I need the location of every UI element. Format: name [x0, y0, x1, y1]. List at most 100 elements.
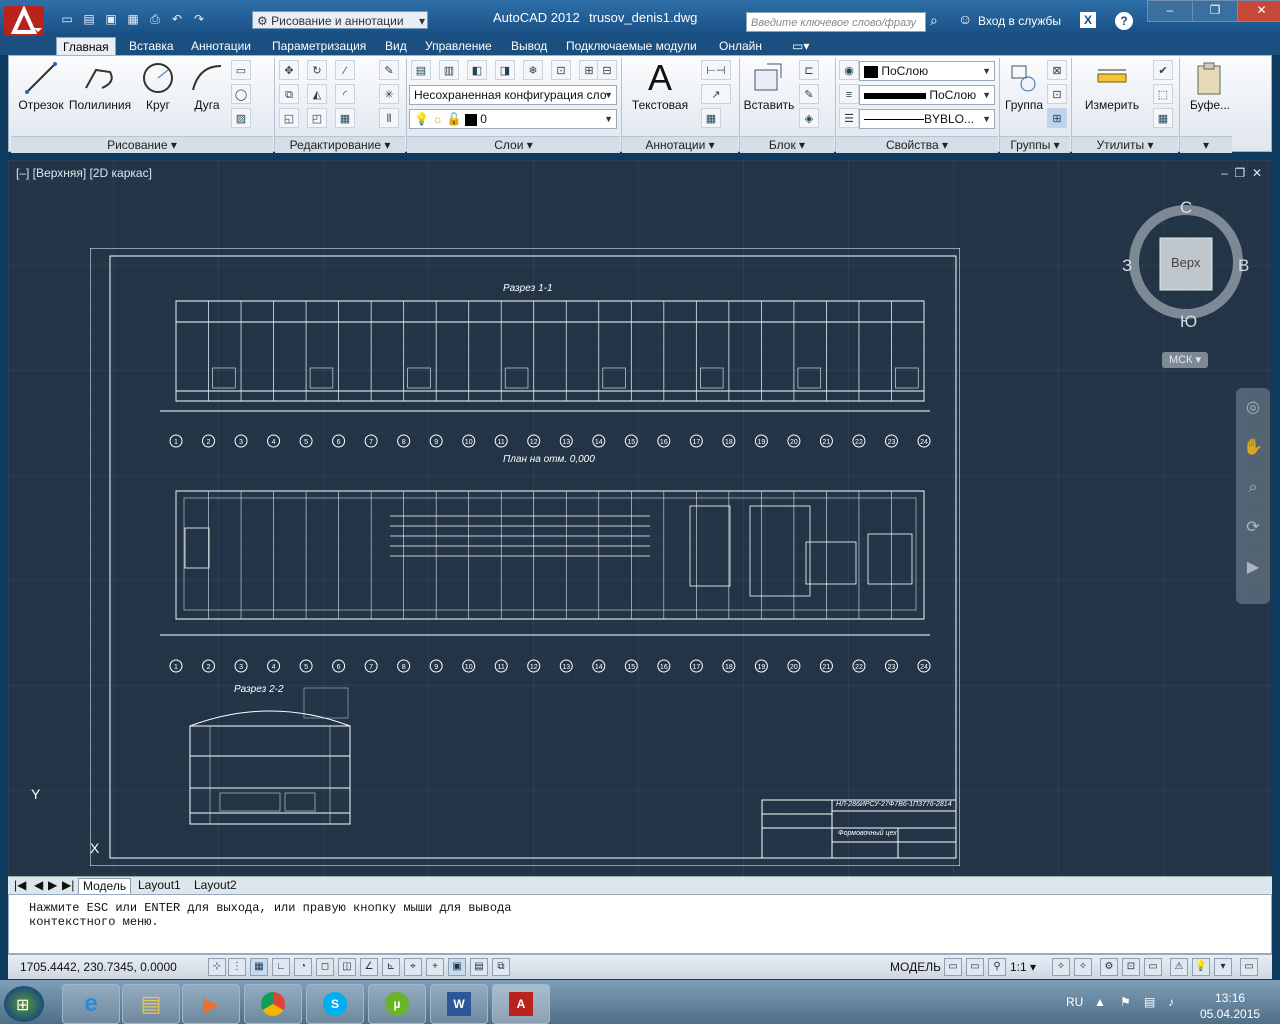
viewport-controls[interactable]: – ❐ ✕ [1221, 166, 1262, 180]
print-icon[interactable]: ⎙ [146, 10, 164, 28]
volume-icon[interactable]: ♪ [1168, 995, 1174, 1009]
stretch-icon[interactable]: ◱ [279, 108, 299, 128]
annotation-panel-title[interactable]: Аннотации ▾ [622, 136, 738, 153]
taskbar-ie[interactable]: e [62, 984, 120, 1024]
erase-icon[interactable]: ✎ [379, 60, 399, 80]
coordinates-readout[interactable]: 1705.4442, 230.7345, 0.0000 [20, 960, 177, 974]
taskbar-explorer[interactable]: ▤ [122, 984, 180, 1024]
tray-expand-icon[interactable]: ▲ [1094, 995, 1106, 1009]
help-icon[interactable]: ? [1115, 12, 1133, 30]
linetype-icon[interactable]: ☰ [839, 108, 859, 128]
layers-panel-title[interactable]: Слои ▾ [407, 136, 620, 153]
tab-layout2[interactable]: Layout2 [190, 878, 241, 893]
insert-block-button[interactable]: Вставить [743, 58, 795, 112]
steering-wheel-icon[interactable]: ◎ [1236, 388, 1270, 428]
color-wheel-icon[interactable]: ◉ [839, 60, 859, 80]
tab-nav-first-icon[interactable]: |◀ [10, 878, 30, 893]
properties-panel-title[interactable]: Свойства ▾ [836, 136, 998, 153]
showmotion-icon[interactable]: ▶ [1236, 548, 1270, 588]
otrack-icon[interactable]: ∠ [360, 958, 378, 976]
dimension-icon[interactable]: ⊢⊣ [701, 60, 731, 80]
redo-icon[interactable]: ↷ [190, 10, 208, 28]
lineweight-icon[interactable]: ≡ [839, 84, 859, 104]
binoculars-icon[interactable]: ⌕ [930, 12, 938, 29]
table-icon[interactable]: ▦ [701, 108, 721, 128]
warning-icon[interactable]: ⚠ [1170, 958, 1188, 976]
taskbar-word[interactable]: W [430, 984, 488, 1024]
object-snap-icon[interactable]: ◻ [316, 958, 334, 976]
isolate-objects-icon[interactable]: 💡 [1192, 958, 1210, 976]
ellipse-icon[interactable]: ◯ [231, 84, 251, 104]
explode-icon[interactable]: ✳ [379, 84, 399, 104]
quick-select-icon[interactable]: ✔ [1153, 60, 1173, 80]
calculator-icon[interactable]: ▦ [1153, 108, 1173, 128]
grid-display-icon[interactable]: ▦ [250, 958, 268, 976]
taskbar-skype[interactable]: S [306, 984, 364, 1024]
close-button[interactable]: ✕ [1237, 0, 1280, 22]
group-edit-icon[interactable]: ⊡ [1047, 84, 1067, 104]
lineweight-dropdown[interactable]: ПоСлою ▼ [859, 85, 995, 105]
layer-isolate-icon[interactable]: ◨ [495, 60, 515, 80]
orbit-icon[interactable]: ⟳ [1236, 508, 1270, 548]
command-line[interactable]: Нажмите ESC или ENTER для выхода, или пр… [8, 894, 1272, 954]
ucs-menu[interactable]: МСК ▾ [1162, 352, 1208, 368]
fillet-icon[interactable]: ◜ [335, 84, 355, 104]
annotation-scale-value[interactable]: 1:1 ▾ [1010, 960, 1036, 974]
user-icon[interactable]: ☺ [958, 11, 972, 27]
network-icon[interactable]: ▤ [1144, 995, 1155, 1009]
modify-panel-title[interactable]: Редактирование ▾ [275, 136, 405, 153]
measure-button[interactable]: Измерить [1075, 58, 1149, 112]
layer-lock-icon[interactable]: ⊡ [551, 60, 571, 80]
tab-output[interactable]: Вывод [511, 37, 547, 55]
hardware-acceleration-icon[interactable]: ▭ [1144, 958, 1162, 976]
tab-home[interactable]: Главная [56, 37, 116, 55]
ortho-mode-icon[interactable]: ∟ [272, 958, 290, 976]
clean-screen-icon[interactable]: ▭ [1240, 958, 1258, 976]
tab-annotate[interactable]: Аннотации [191, 37, 251, 55]
circle-button[interactable]: Круг [133, 58, 183, 112]
multiline-text-button[interactable]: A Текстовая [627, 57, 693, 112]
drawing-viewport[interactable]: [–] [Верхняя] [2D каркас] – ❐ ✕ 1 2 3 4 … [8, 160, 1272, 876]
block-panel-title[interactable]: Блок ▾ [740, 136, 834, 153]
taskbar-chrome[interactable] [244, 984, 302, 1024]
group-select-icon[interactable]: ⊞ [1047, 108, 1067, 128]
layer-off-icon[interactable]: ◧ [467, 60, 487, 80]
scale-icon[interactable]: ◰ [307, 108, 327, 128]
start-button[interactable]: ⊞ [4, 986, 44, 1022]
lock-ui-icon[interactable]: ⊡ [1122, 958, 1140, 976]
layer-state-icon[interactable]: ▥ [439, 60, 459, 80]
create-block-icon[interactable]: ⊏ [799, 60, 819, 80]
array-icon[interactable]: ▦ [335, 108, 355, 128]
quick-view-drawings-icon[interactable]: ▭ [966, 958, 984, 976]
snap-mode-icon[interactable]: ⋮ [228, 958, 246, 976]
tab-layout1[interactable]: Layout1 [134, 878, 185, 893]
quick-view-layouts-icon[interactable]: ▭ [944, 958, 962, 976]
taskbar-autocad[interactable]: A [492, 984, 550, 1024]
taskbar-utorrent[interactable]: µ [368, 984, 426, 1024]
layer-freeze-icon[interactable]: ❄ [523, 60, 543, 80]
compass-south[interactable]: Ю [1180, 312, 1197, 332]
new-file-icon[interactable]: ▭ [58, 10, 76, 28]
lineweight-toggle-icon[interactable]: + [426, 958, 444, 976]
attribute-icon[interactable]: ◈ [799, 108, 819, 128]
3d-object-snap-icon[interactable]: ◫ [338, 958, 356, 976]
tab-plugins[interactable]: Подключаемые модули [566, 37, 697, 55]
polar-tracking-icon[interactable]: ◔ [294, 958, 312, 976]
tab-nav-last-icon[interactable]: ▶| [58, 878, 78, 893]
undo-icon[interactable]: ↶ [168, 10, 186, 28]
color-dropdown[interactable]: ПоСлою ▼ [859, 61, 995, 81]
taskbar-media-player[interactable]: ▶ [182, 984, 240, 1024]
zoom-icon[interactable]: ⌕ [1236, 468, 1270, 508]
move-icon[interactable]: ✥ [279, 60, 299, 80]
save-icon[interactable]: ▣ [102, 10, 120, 28]
input-language[interactable]: RU [1066, 995, 1083, 1009]
layer-walk-icon[interactable]: ⊟ [597, 60, 617, 80]
open-folder-icon[interactable]: ▤ [80, 10, 98, 28]
layer-state-dropdown[interactable]: Несохраненная конфигурация сло ▼ [409, 85, 617, 105]
action-center-icon[interactable]: ⚑ [1120, 995, 1131, 1009]
trim-icon[interactable]: ⁄ [335, 60, 355, 80]
pan-icon[interactable]: ✋ [1236, 428, 1270, 468]
tab-manage[interactable]: Управление [425, 37, 492, 55]
layer-properties-icon[interactable]: ▤ [411, 60, 431, 80]
utilities-panel-title[interactable]: Утилиты ▾ [1072, 136, 1178, 153]
